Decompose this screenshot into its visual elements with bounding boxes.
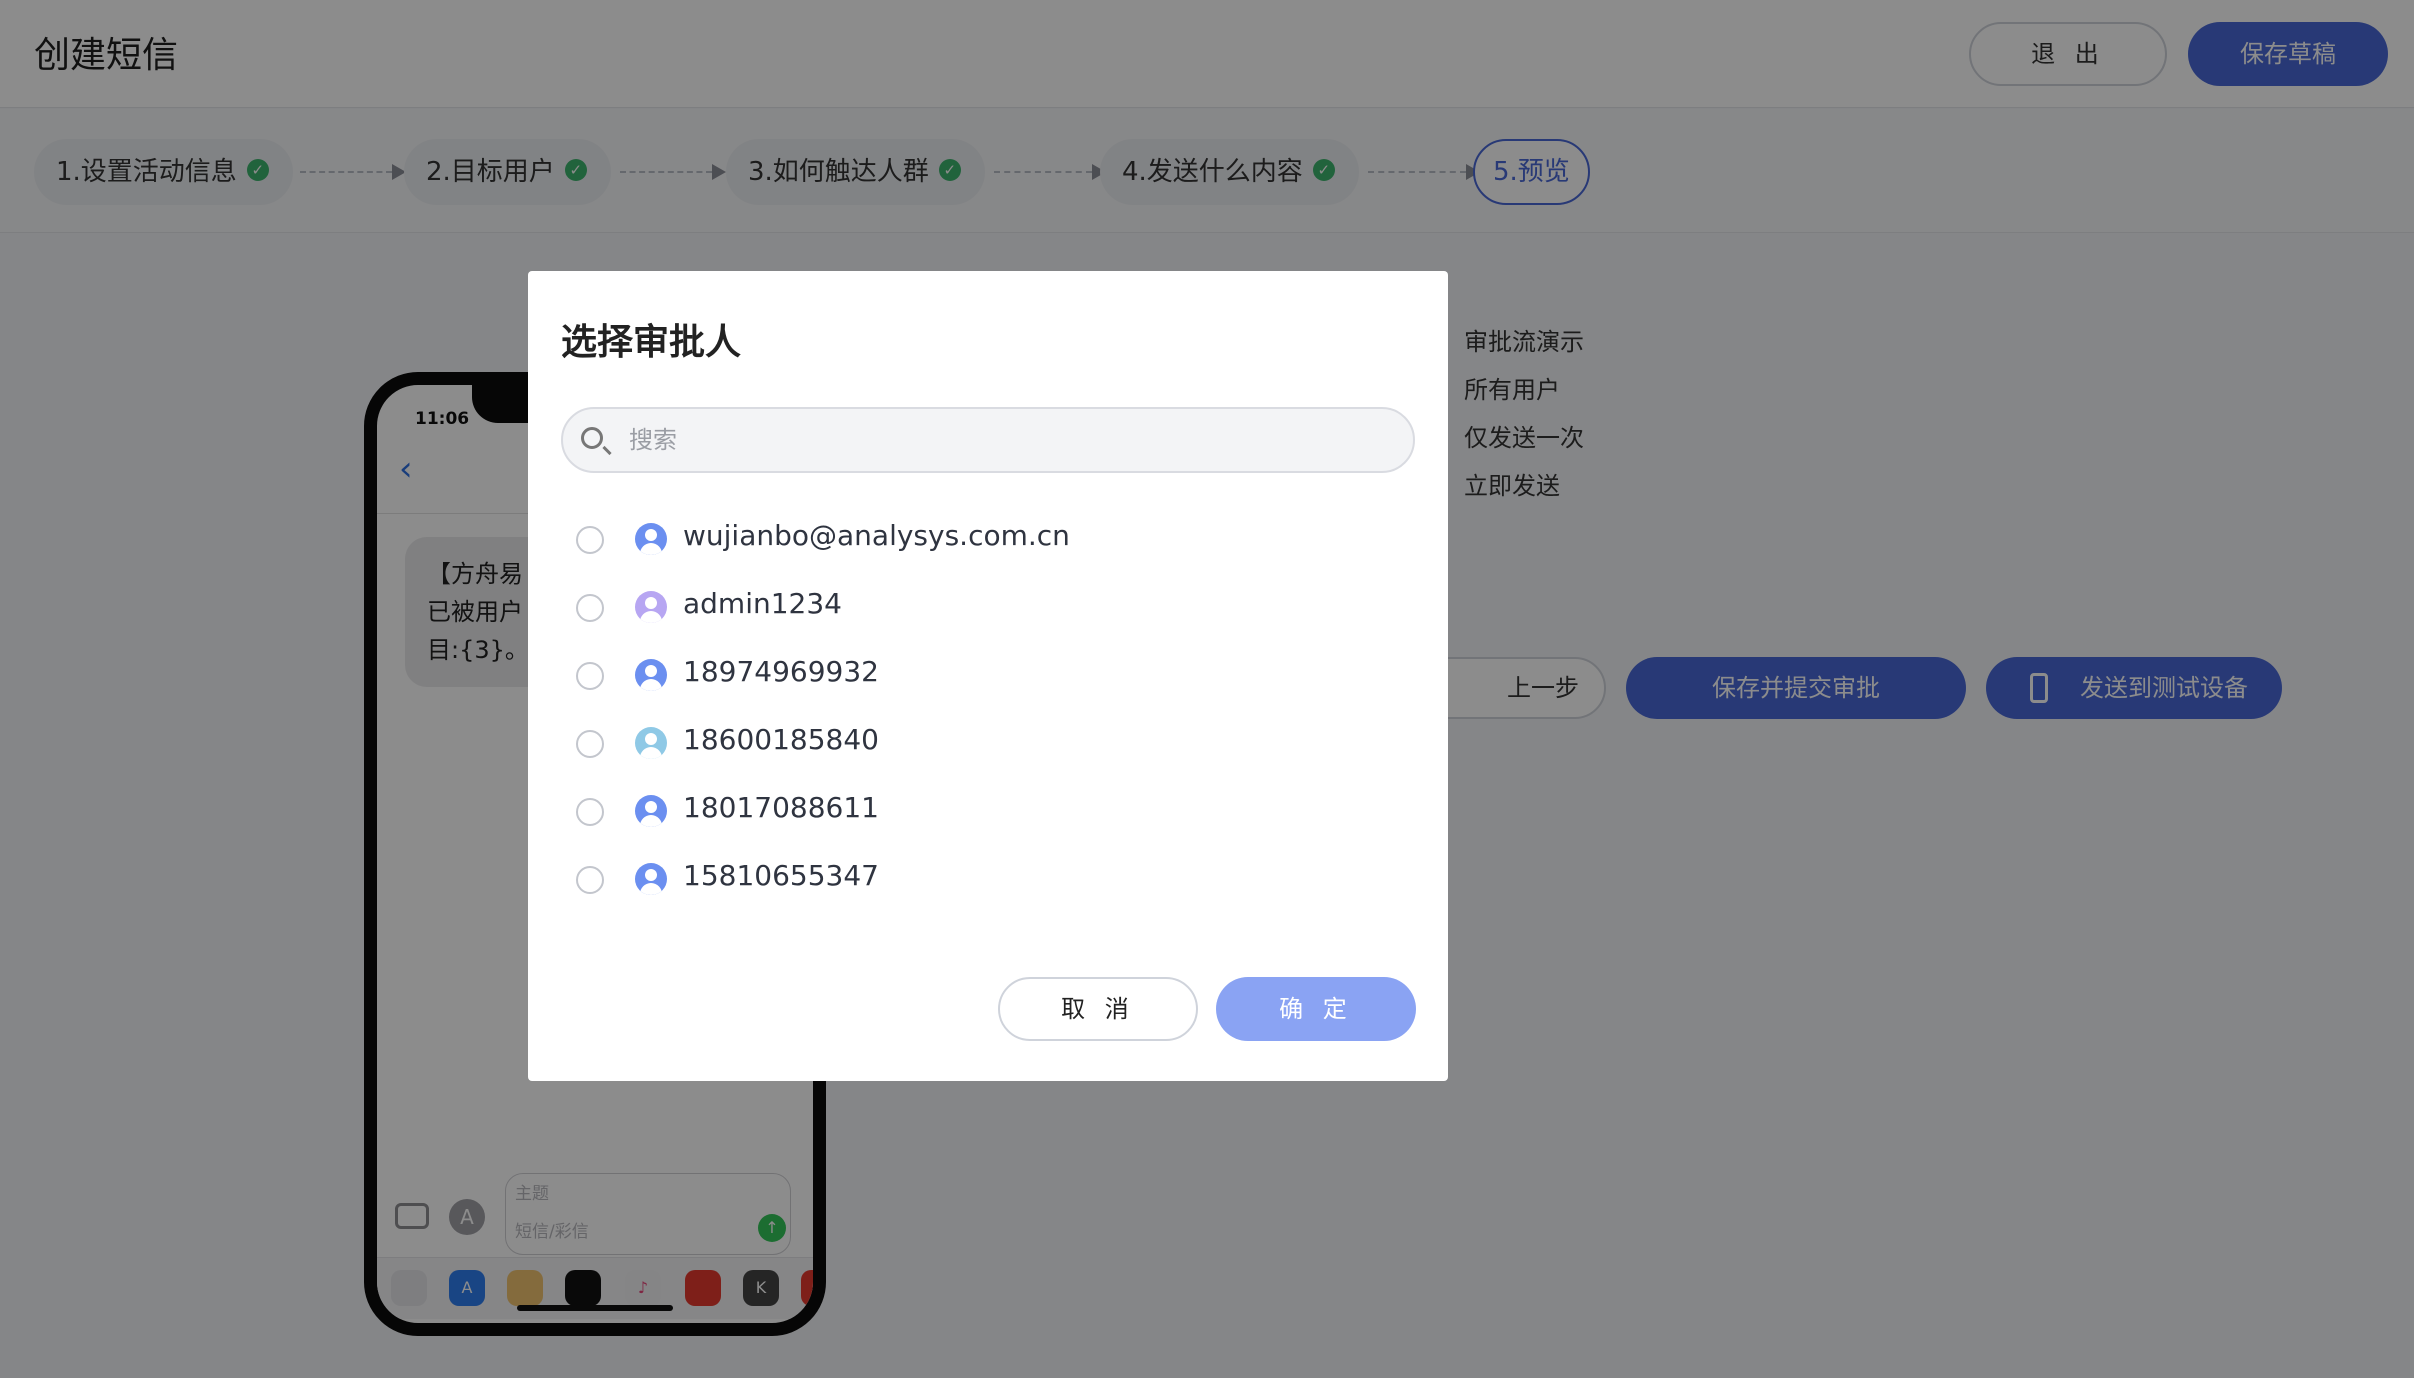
user-avatar-icon xyxy=(635,523,667,555)
confirm-button[interactable]: 确 定 xyxy=(1216,977,1416,1041)
list-item[interactable]: 18017088611 xyxy=(561,777,1415,845)
approver-list[interactable]: wujianbo@analysys.com.cn admin1234 18974… xyxy=(561,505,1415,929)
list-item[interactable]: 18600185840 xyxy=(561,709,1415,777)
approver-name: 15810655347 xyxy=(683,859,879,892)
search-input[interactable] xyxy=(629,421,1389,459)
approver-name: admin1234 xyxy=(683,587,842,620)
list-item[interactable]: 15810655347 xyxy=(561,845,1415,913)
radio-button[interactable] xyxy=(576,798,604,826)
user-avatar-icon xyxy=(635,863,667,895)
approver-name: wujianbo@analysys.com.cn xyxy=(683,519,1070,552)
dialog-title: 选择审批人 xyxy=(561,322,742,363)
radio-button[interactable] xyxy=(576,526,604,554)
radio-button[interactable] xyxy=(576,594,604,622)
approver-name: 18974969932 xyxy=(683,655,879,688)
cancel-button[interactable]: 取 消 xyxy=(998,977,1198,1041)
list-item[interactable]: wujianbo@analysys.com.cn xyxy=(561,505,1415,573)
user-avatar-icon xyxy=(635,659,667,691)
approver-name: 18600185840 xyxy=(683,723,879,756)
radio-button[interactable] xyxy=(576,866,604,894)
search-box xyxy=(561,407,1415,473)
list-item[interactable] xyxy=(561,913,1415,929)
search-icon xyxy=(581,427,603,449)
user-avatar-icon xyxy=(635,795,667,827)
list-item[interactable]: 18974969932 xyxy=(561,641,1415,709)
radio-button[interactable] xyxy=(576,730,604,758)
list-item[interactable]: admin1234 xyxy=(561,573,1415,641)
user-avatar-icon xyxy=(635,591,667,623)
radio-button[interactable] xyxy=(576,662,604,690)
approver-name: 18017088611 xyxy=(683,791,879,824)
select-approver-dialog: 选择审批人 wujianbo@analysys.com.cn admin1234… xyxy=(528,271,1448,1081)
user-avatar-icon xyxy=(635,727,667,759)
page: 创建短信 退 出 保存草稿 1.设置活动信息 ✓ 2.目标用户 ✓ 3.如何触达人群… xyxy=(0,0,2414,1378)
